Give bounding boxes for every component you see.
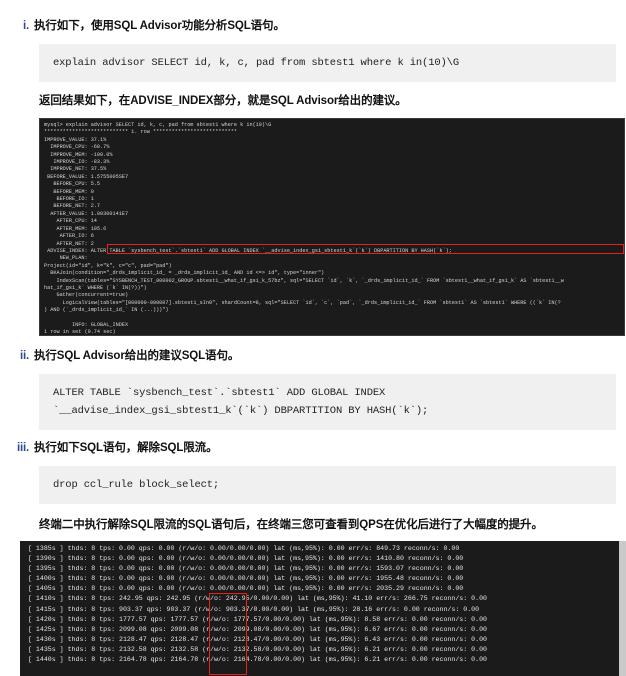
- terminal-line: [ 1440s ] thds: 8 tps: 2164.78 qps: 2164…: [28, 656, 487, 664]
- step-text-iii: 执行如下SQL语句，解除SQL限流。: [34, 442, 218, 454]
- terminal-line: IndexScan(tables="SYSBENCH_TEST_000002_G…: [44, 277, 564, 284]
- terminal-line: [ 1435s ] thds: 8 tps: 2132.58 qps: 2132…: [28, 645, 487, 653]
- terminal-line: BKAJoin(condition="_drds_implicit_id_ = …: [44, 270, 325, 277]
- step-item-ii: ii. 执行SQL Advisor给出的建议SQL语句。: [10, 348, 616, 365]
- terminal-line: IMPROVE_VALUE: 37.1%: [44, 136, 107, 143]
- terminal-line: BEFORE_CPU: 5.5: [44, 181, 101, 188]
- terminal-line: [ 1420s ] thds: 8 tps: 1777.57 qps: 1777…: [28, 615, 487, 623]
- step-text-ii: 执行SQL Advisor给出的建议SQL语句。: [34, 350, 240, 362]
- terminal-line: ) AND (`_drds_implicit_id_` IN (...)))"): [44, 307, 169, 314]
- terminal-line: BEFORE_VALUE: 1.5755005SE7: [44, 173, 129, 180]
- terminal-line: [ 1385s ] thds: 8 tps: 0.00 qps: 0.00 (r…: [28, 545, 460, 552]
- terminal-line: [ 1415s ] thds: 8 tps: 903.37 qps: 903.3…: [28, 605, 480, 613]
- terminal-line: hat_if_gsi_k` WHERE (`k` IN(?))"): [44, 284, 147, 291]
- terminal-line: AFTER_CPU: 14: [44, 218, 97, 225]
- document-page: i. 执行如下，使用SQL Advisor功能分析SQL语句。 explain …: [0, 0, 626, 676]
- note-advise-index: 返回结果如下，在ADVISE_INDEX部分，就是SQL Advisor给出的建…: [39, 95, 407, 107]
- terminal-line: AFTER_IO: 6: [44, 233, 94, 240]
- step-item-i: i. 执行如下，使用SQL Advisor功能分析SQL语句。: [10, 18, 616, 35]
- terminal-line: IMPROVE_CPU: -60.7%: [44, 144, 110, 151]
- terminal-line: IMPROVE_NET: 37.5%: [44, 166, 107, 173]
- terminal-line: *************************** 1. row *****…: [44, 129, 238, 136]
- terminal-screenshot-advisor: mysql> explain advisor SELECT id, k, c, …: [39, 118, 625, 336]
- terminal-line: [ 1400s ] thds: 8 tps: 0.00 qps: 0.00 (r…: [28, 575, 464, 583]
- terminal-line: [ 1390s ] thds: 8 tps: 0.00 qps: 0.00 (r…: [28, 555, 464, 563]
- qps-highlight-box: [209, 593, 247, 675]
- step-text-i: 执行如下，使用SQL Advisor功能分析SQL语句。: [34, 20, 285, 32]
- terminal-line: BEFORE_NET: 2.7: [44, 203, 101, 210]
- terminal-line: Gather(concurrent=true): [44, 292, 129, 299]
- code-block-drop-ccl-rule: drop ccl_rule block_select;: [39, 466, 616, 504]
- terminal-scrollbar[interactable]: [619, 541, 626, 676]
- terminal-screenshot-qps: [ 1385s ] thds: 8 tps: 0.00 qps: 0.00 (r…: [20, 541, 626, 676]
- step-marker-iii: iii.: [17, 442, 29, 454]
- terminal-line: BEFORE_MEM: 0: [44, 188, 94, 195]
- step-marker-ii: ii.: [20, 350, 29, 362]
- terminal-line: LogicalView(tables="[000000-000007].sbte…: [44, 299, 561, 306]
- terminal-line: [ 1410s ] thds: 8 tps: 242.95 qps: 242.9…: [28, 595, 487, 603]
- terminal-line: INFO: GLOBAL_INDEX: [44, 321, 129, 328]
- note-qps-improvement: 终端二中执行解除SQL限流的SQL语句后，在终端三您可查看到QPS在优化后进行了…: [39, 519, 543, 531]
- terminal-line: AFTER_VALUE: 1.00300141E7: [44, 210, 129, 217]
- step-marker-i: i.: [23, 20, 29, 32]
- terminal-line: Project(id="id", k="k", c="c", pad="pad"…: [44, 262, 172, 269]
- code-block-alter-table: ALTER TABLE `sysbench_test`.`sbtest1` AD…: [39, 374, 616, 430]
- terminal-advisor-lines: mysql> explain advisor SELECT id, k, c, …: [42, 122, 624, 336]
- terminal-qps-lines: [ 1385s ] thds: 8 tps: 0.00 qps: 0.00 (r…: [24, 544, 626, 665]
- terminal-line: [ 1395s ] thds: 8 tps: 0.00 qps: 0.00 (r…: [28, 565, 464, 573]
- terminal-line: IMPROVE_IO: -83.3%: [44, 159, 110, 166]
- code-block-explain-advisor: explain advisor SELECT id, k, c, pad fro…: [39, 44, 616, 82]
- terminal-line: [ 1425s ] thds: 8 tps: 2099.08 qps: 2099…: [28, 625, 487, 633]
- terminal-screenshot-qps-wrapper: [ 1385s ] thds: 8 tps: 0.00 qps: 0.00 (r…: [20, 541, 626, 676]
- terminal-line: 1 row in set (0.74 sec): [44, 329, 116, 336]
- step-i-body: explain advisor SELECT id, k, c, pad fro…: [39, 44, 625, 336]
- terminal-line: NEW_PLAN:: [44, 255, 88, 262]
- terminal-line: mysql> explain advisor SELECT id, k, c, …: [44, 122, 272, 128]
- step-item-iii: iii. 执行如下SQL语句，解除SQL限流。: [10, 440, 616, 457]
- terminal-line: BEFORE_IO: 1: [44, 196, 94, 203]
- advise-index-highlight-box: [107, 244, 624, 254]
- terminal-line: [ 1430s ] thds: 8 tps: 2128.47 qps: 2128…: [28, 635, 487, 643]
- step-iii-body: drop ccl_rule block_select; 终端二中执行解除SQL限…: [39, 466, 616, 534]
- terminal-line: AFTER_MEM: 105.6: [44, 225, 107, 232]
- terminal-line: IMPROVE_MEM: -100.0%: [44, 151, 113, 158]
- step-ii-body: ALTER TABLE `sysbench_test`.`sbtest1` AD…: [39, 374, 616, 430]
- terminal-line: [ 1405s ] thds: 8 tps: 0.00 qps: 0.00 (r…: [28, 585, 464, 593]
